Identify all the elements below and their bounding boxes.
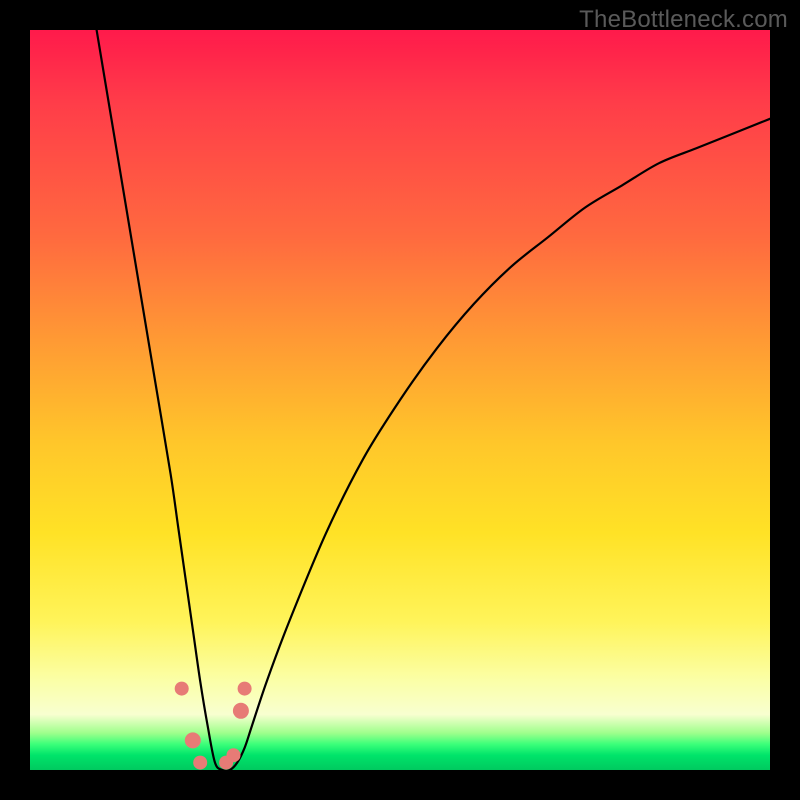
chart-frame: TheBottleneck.com <box>0 0 800 800</box>
plot-area <box>30 30 770 770</box>
data-marker <box>233 703 249 719</box>
bottleneck-curve <box>97 30 770 771</box>
data-marker <box>193 756 207 770</box>
data-marker <box>227 748 241 762</box>
data-marker <box>238 682 252 696</box>
watermark-text: TheBottleneck.com <box>579 6 788 34</box>
data-marker <box>175 682 189 696</box>
data-marker <box>185 732 201 748</box>
curve-layer <box>30 30 770 770</box>
